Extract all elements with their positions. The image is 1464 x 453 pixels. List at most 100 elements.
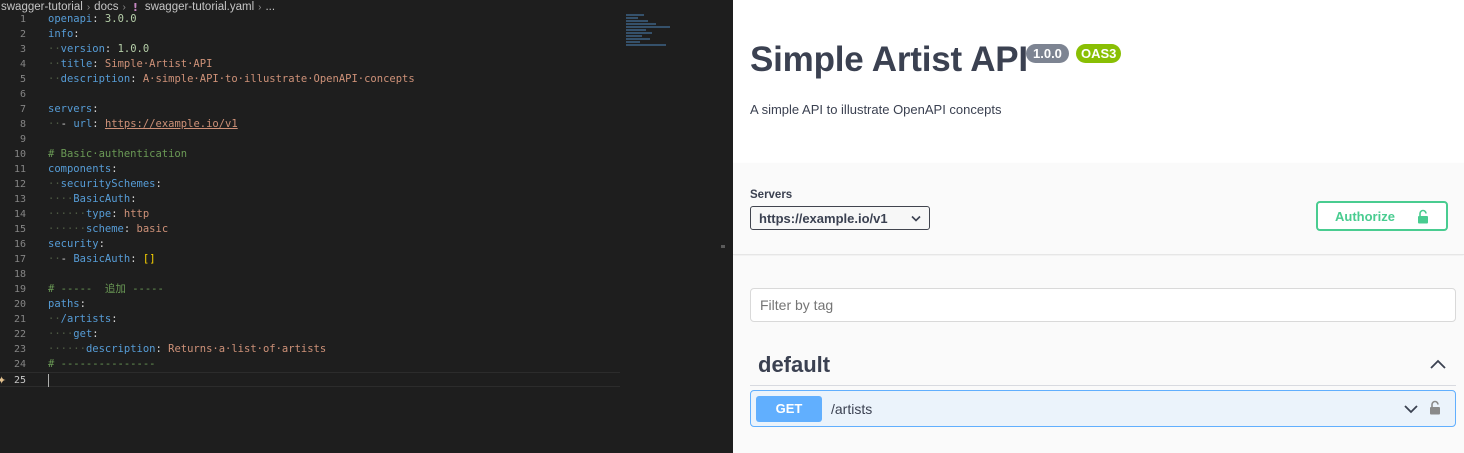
breadcrumb-separator-icon: › [258, 1, 262, 13]
line-number: 22 [13, 329, 26, 340]
lock-icon[interactable] [1429, 400, 1441, 415]
code-token: : [79, 298, 86, 310]
code-line[interactable]: 23 ······description: Returns·a·list·of·a… [0, 342, 625, 357]
code-token: ······ [48, 223, 86, 235]
code-token: A·simple·API·to·illustrate·OpenAPI·conce… [142, 73, 415, 85]
code-token: ·· [48, 313, 61, 325]
code-token: BasicAuth [73, 193, 131, 205]
code-line[interactable]: 8 ··- url: https://example.io/v1 [0, 117, 625, 132]
code-line[interactable]: 18 [0, 267, 625, 282]
tag-section-header[interactable]: default [750, 344, 1456, 386]
code-token: security [48, 238, 99, 250]
oas-badge: OAS3 [1076, 44, 1122, 63]
operations-area: default GET /artists [733, 256, 1464, 453]
code-token: : [92, 118, 105, 130]
code-token: : [92, 58, 105, 70]
authorize-button[interactable]: Authorize [1316, 201, 1448, 231]
code-line[interactable]: 25 ✦ [0, 372, 620, 387]
code-token: - [60, 118, 74, 130]
chevron-down-icon[interactable] [1403, 403, 1419, 415]
code-line[interactable]: 13 ····BasicAuth: [0, 192, 625, 207]
code-token: : [155, 343, 169, 355]
code-line[interactable]: 21 ··/artists: [0, 312, 625, 327]
code-line[interactable]: 4 ··title: Simple·Artist·API [0, 57, 625, 72]
line-text: paths: [48, 297, 86, 312]
line-number: 8 [19, 119, 26, 130]
line-text: ··- url: https://example.io/v1 [48, 117, 238, 132]
code-token: : [92, 103, 99, 115]
code-token: : [73, 28, 80, 40]
filter-by-tag-input[interactable] [750, 288, 1456, 322]
line-number: 23 [13, 344, 26, 355]
line-text: # Basic·authentication [48, 147, 187, 162]
breadcrumb-separator-icon: › [122, 1, 126, 13]
code-line[interactable]: 10 # Basic·authentication [0, 147, 625, 162]
code-token: ·· [48, 253, 61, 265]
code-token: type [85, 208, 112, 220]
line-text: ··securitySchemes: [48, 177, 162, 192]
code-token: Simple·Artist·API [104, 58, 213, 70]
tag-name: default [758, 351, 831, 377]
code-token: url [73, 118, 93, 130]
code-token: ·· [48, 73, 61, 85]
code-line[interactable]: 3 ··version: 1.0.0 [0, 42, 625, 57]
code-line[interactable]: 22 ····get: [0, 327, 625, 342]
code-line[interactable]: 15 ······scheme: basic [0, 222, 625, 237]
code-line[interactable]: 1 openapi: 3.0.0 [0, 12, 625, 27]
code-token: https://example.io/v1 [104, 118, 238, 130]
sparkle-icon[interactable]: ✦ [0, 373, 6, 388]
code-token: scheme [85, 223, 124, 235]
line-number: 2 [19, 29, 26, 40]
code-line[interactable]: 20 paths: [0, 297, 625, 312]
line-number: 6 [19, 89, 26, 100]
code-line[interactable]: 5 ··description: A·simple·API·to·illustra… [0, 72, 625, 87]
code-line[interactable]: 24 # --------------- [0, 357, 625, 372]
line-number: 21 [13, 314, 26, 325]
code-token: version [60, 43, 105, 55]
scheme-container: Servers https://example.io/v1 Authorize [733, 163, 1464, 255]
line-number: 24 [13, 359, 26, 370]
code-token: # ----- 追加 ----- [48, 283, 164, 295]
code-line[interactable]: 16 security: [0, 237, 625, 252]
line-text: servers: [48, 102, 99, 117]
line-number: 10 [13, 149, 26, 160]
line-text: ··title: Simple·Artist·API [48, 57, 212, 72]
line-number: 14 [13, 209, 26, 220]
code-line[interactable]: 2 info: [0, 27, 625, 42]
code-token: 1.0.0 [117, 43, 150, 55]
line-text: ··description: A·simple·API·to·illustrat… [48, 72, 415, 87]
code-token: : [111, 163, 118, 175]
code-line[interactable]: 6 [0, 87, 625, 102]
scrollbar-marker[interactable] [721, 245, 725, 248]
line-text: ······scheme: basic [48, 222, 168, 237]
code-line[interactable]: 7 servers: [0, 102, 625, 117]
line-text: openapi: 3.0.0 [48, 12, 137, 27]
code-token: ·· [48, 58, 61, 70]
line-number: 16 [13, 239, 26, 250]
minimap[interactable] [626, 14, 686, 64]
code-token: : [123, 223, 137, 235]
line-text: security: [48, 237, 105, 252]
code-token: servers [48, 103, 93, 115]
code-line[interactable]: 12 ··securitySchemes: [0, 177, 625, 192]
operation-get-artists[interactable]: GET /artists [750, 390, 1456, 427]
code-token: ······ [48, 343, 86, 355]
code-token: description [85, 343, 156, 355]
line-number: 13 [13, 194, 26, 205]
code-line[interactable]: 17 ··- BasicAuth: [] [0, 252, 625, 267]
code-line[interactable]: 14 ······type: http [0, 207, 625, 222]
code-line[interactable]: 11 components: [0, 162, 625, 177]
code-area[interactable]: 1 openapi: 3.0.0 2 info: 3 ··version: 1.0.0 4 ·… [0, 12, 625, 387]
breadcrumb-separator-icon: › [86, 1, 91, 13]
code-token: description [60, 73, 131, 85]
code-token: ···· [48, 193, 74, 205]
code-line[interactable]: 19 # ----- 追加 ----- [0, 282, 625, 297]
line-text: ··version: 1.0.0 [48, 42, 149, 57]
server-select[interactable]: https://example.io/v1 [750, 206, 930, 230]
code-token: components [48, 163, 112, 175]
code-token: securitySchemes [60, 178, 156, 190]
code-line[interactable]: 9 [0, 132, 625, 147]
chevron-up-icon[interactable] [1428, 355, 1448, 375]
code-token: # --------------- [48, 358, 156, 370]
authorize-label: Authorize [1335, 208, 1395, 224]
